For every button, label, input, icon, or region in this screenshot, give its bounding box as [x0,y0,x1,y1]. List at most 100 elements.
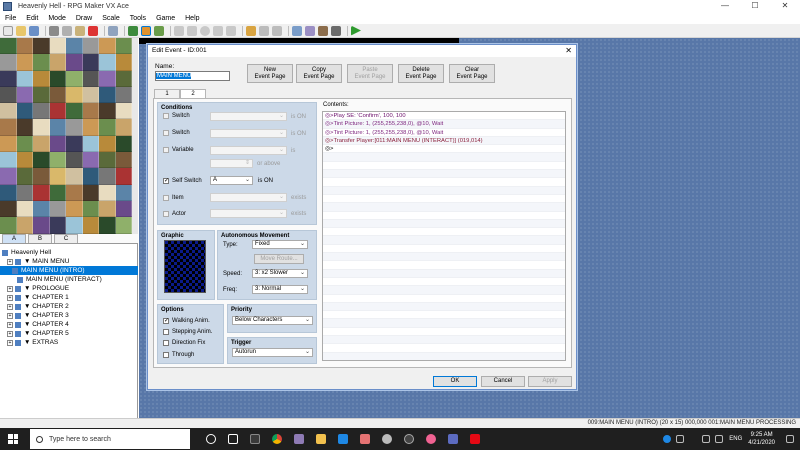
region-mode-icon[interactable] [154,25,164,36]
delete-event-page-button[interactable]: Delete Event Page [398,64,444,83]
windows-start-icon[interactable] [8,434,18,444]
tile[interactable] [16,152,33,169]
movement-speed-select[interactable]: 3: x2 Slower ⌄ [252,269,308,278]
tile[interactable] [99,54,116,71]
switch2-condition[interactable]: Switch [163,130,190,136]
tile[interactable] [49,200,66,218]
command-tint-picture[interactable]: ◎>Tint Picture: 1, (255,255,238,0), @10,… [323,120,565,129]
variable-condition[interactable]: Variable [163,147,194,153]
tile[interactable] [82,217,99,234]
tile[interactable] [0,135,17,153]
map-tree-item[interactable]: + ▼ PROLOGUE [0,284,138,293]
copy-icon[interactable] [62,25,72,36]
through-checkbox[interactable] [163,352,169,358]
self-switch-checkbox[interactable] [163,178,169,184]
new-event-page-button[interactable]: New Event Page [247,64,293,83]
maximize-button[interactable]: ☐ [740,0,770,12]
menu-scale[interactable]: Scale [97,15,125,22]
map-tree-item[interactable]: MAIN MENU (INTERACT) [0,275,138,284]
tile[interactable] [115,200,132,218]
tile[interactable] [33,200,50,218]
playtest-icon[interactable] [351,25,361,36]
tile[interactable] [16,184,33,201]
command-empty-line[interactable]: ◎> [323,145,565,154]
map-tree-item[interactable]: + ▼ CHAPTER 3 [0,311,138,320]
paste-icon[interactable] [75,25,85,36]
tile[interactable] [16,200,33,218]
tile[interactable] [16,38,33,55]
tile[interactable] [16,86,33,104]
tile[interactable] [16,119,33,136]
itunes-icon[interactable] [420,428,442,450]
switch1-select[interactable]: ⌄ [210,112,287,121]
tile[interactable] [66,54,83,71]
tile[interactable] [82,119,99,136]
tile[interactable] [33,38,50,55]
expand-icon[interactable]: + [7,330,13,337]
walking-anim-checkbox[interactable] [163,318,169,324]
notifications-icon[interactable] [786,435,794,443]
tile[interactable] [49,184,66,201]
tile[interactable] [66,86,83,104]
tile[interactable] [16,54,33,71]
chrome-icon[interactable] [266,428,288,450]
network-icon[interactable] [702,435,711,443]
event-graphic-preview[interactable] [164,240,206,293]
netflix-icon[interactable] [464,428,486,450]
stepping-anim-checkbox[interactable] [163,329,169,335]
tile[interactable] [82,200,99,218]
tileset-scrollbar[interactable] [132,38,138,234]
expand-icon[interactable]: + [7,294,13,301]
movement-freq-select[interactable]: 3: Normal ⌄ [252,285,308,294]
expand-icon[interactable]: + [7,303,13,310]
menu-tools[interactable]: Tools [125,15,151,22]
tile[interactable] [16,70,33,87]
variable-checkbox[interactable] [163,147,169,153]
map-tree-item[interactable]: + ▼ CHAPTER 5 [0,329,138,338]
ok-button[interactable]: OK [433,376,477,387]
tile[interactable] [49,54,66,71]
tile[interactable] [115,38,132,55]
actor-select[interactable]: ⌄ [210,209,287,218]
expand-icon[interactable]: + [7,285,13,292]
file-explorer-icon[interactable] [310,428,332,450]
self-switch-select[interactable]: A ⌄ [210,176,253,185]
tile[interactable] [33,86,50,104]
tile[interactable] [99,217,116,234]
switch1-checkbox[interactable] [163,113,169,119]
walking-anim-option[interactable]: Walking Anim. [163,318,210,324]
tile[interactable] [33,168,50,185]
tile[interactable] [0,119,17,136]
item-condition[interactable]: Item [163,195,184,201]
tab-page-2[interactable]: 2 [180,89,206,98]
tile[interactable] [82,86,99,104]
tile[interactable] [66,38,83,55]
new-project-icon[interactable] [3,25,13,36]
direction-fix-checkbox[interactable] [163,340,169,346]
delete-icon[interactable] [88,25,98,36]
task-view-icon[interactable] [222,428,244,450]
tile[interactable] [0,103,17,120]
tile[interactable] [99,70,116,87]
self-switch-condition[interactable]: Self Switch [163,178,202,184]
tile[interactable] [82,38,99,55]
tile[interactable] [16,135,33,153]
tile[interactable] [0,38,17,55]
tileset-tab-c[interactable]: C [54,234,78,243]
tile[interactable] [115,103,132,120]
tile[interactable] [82,54,99,71]
tile[interactable] [16,168,33,185]
tile[interactable] [115,70,132,87]
taskbar-search[interactable]: Type here to search [30,429,190,449]
map-tree-item[interactable]: MAIN MENU (INTRO) [0,266,138,275]
tile[interactable] [49,86,66,104]
tile[interactable] [66,103,83,120]
tile[interactable] [49,152,66,169]
tile[interactable] [115,54,132,71]
tile[interactable] [99,135,116,153]
database-icon[interactable] [292,25,302,36]
trigger-select[interactable]: Autorun ⌄ [232,348,313,357]
tile[interactable] [66,119,83,136]
tile[interactable] [82,135,99,153]
volume-icon[interactable] [715,435,724,443]
